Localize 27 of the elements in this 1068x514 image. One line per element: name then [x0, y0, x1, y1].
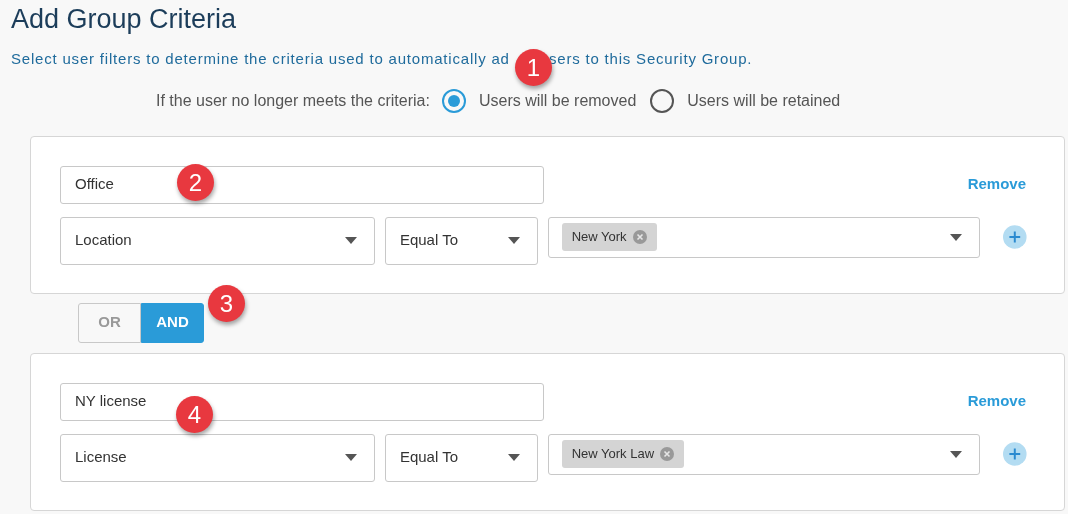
field-select[interactable]: Location — [60, 216, 375, 265]
value-tag: New York — [561, 223, 657, 251]
value-tag: New York Law — [561, 440, 685, 468]
caret-icon — [950, 450, 963, 458]
caret-icon — [344, 454, 357, 461]
radio-option[interactable]: Users will be removed — [441, 88, 637, 113]
retention-label: If the user no longer meets the criteria: — [156, 90, 430, 111]
caret-icon — [507, 237, 520, 244]
radio-icon[interactable] — [441, 88, 466, 113]
operator-select[interactable]: Equal To — [384, 433, 538, 482]
description-text: Select user filters to determine the criteria used to automatically ad — [11, 49, 511, 69]
add-icon[interactable] — [1003, 441, 1027, 466]
field-select[interactable]: License — [60, 433, 375, 482]
remove-icon[interactable] — [632, 230, 647, 244]
radio-icon[interactable] — [650, 88, 675, 113]
caret-icon — [950, 233, 963, 241]
value-select[interactable]: New York — [547, 216, 981, 258]
page-title: Add Group Criteria — [10, 3, 238, 36]
operator-select[interactable]: Equal To — [384, 216, 538, 265]
description-text: sers to this Security Group. — [549, 49, 753, 69]
add-icon[interactable] — [1003, 224, 1027, 249]
callout-badge: 3 — [208, 285, 245, 322]
radio-option[interactable]: Users will be retained — [650, 88, 841, 113]
remove-icon[interactable] — [660, 447, 675, 461]
caret-icon — [507, 454, 520, 461]
caret-icon — [344, 237, 357, 244]
value-select[interactable]: New York Law — [547, 433, 981, 475]
